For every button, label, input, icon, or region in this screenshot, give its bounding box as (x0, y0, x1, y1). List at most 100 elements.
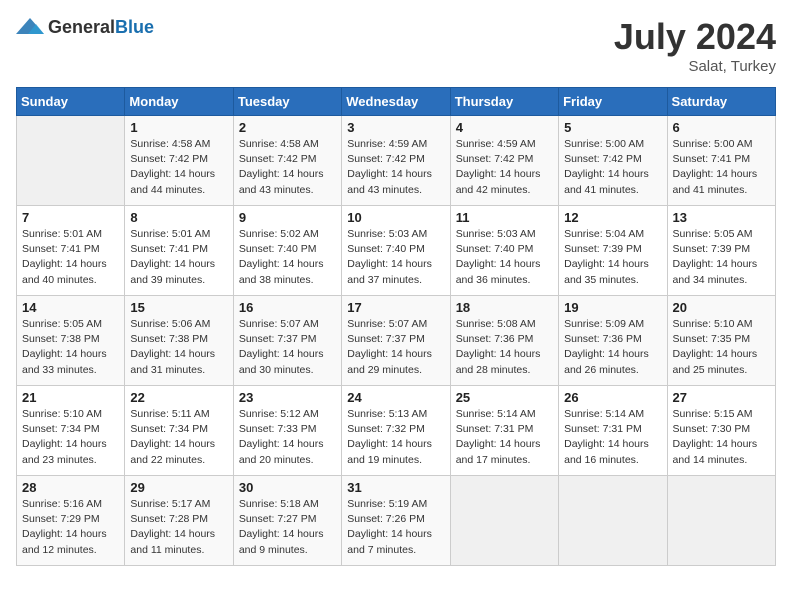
day-info: Sunrise: 4:58 AM Sunset: 7:42 PM Dayligh… (239, 137, 336, 198)
calendar-day-cell: 25 Sunrise: 5:14 AM Sunset: 7:31 PM Dayli… (450, 386, 558, 476)
day-number: 24 (347, 390, 444, 405)
calendar-table: SundayMondayTuesdayWednesdayThursdayFrid… (16, 87, 776, 566)
calendar-day-cell: 11Sunrise: 5:03 AM Sunset: 7:40 PM Dayli… (450, 206, 558, 296)
calendar-week-row: 1 Sunrise: 4:58 AM Sunset: 7:42 PM Daylig… (17, 116, 776, 206)
calendar-day-cell: 19 Sunrise: 5:09 AM Sunset: 7:36 PM Dayli… (559, 296, 667, 386)
calendar-body: 1 Sunrise: 4:58 AM Sunset: 7:42 PM Daylig… (17, 116, 776, 566)
calendar-day-cell: 17Sunrise: 5:07 AM Sunset: 7:37 PM Dayli… (342, 296, 450, 386)
day-number: 18 (456, 300, 553, 315)
calendar-day-cell: 5 Sunrise: 5:00 AM Sunset: 7:42 PM Daylig… (559, 116, 667, 206)
calendar-day-cell: 2 Sunrise: 4:58 AM Sunset: 7:42 PM Daylig… (233, 116, 341, 206)
day-info: Sunrise: 4:59 AM Sunset: 7:42 PM Dayligh… (347, 137, 444, 198)
day-info: Sunrise: 5:14 AM Sunset: 7:31 PM Dayligh… (456, 407, 553, 468)
day-number: 2 (239, 120, 336, 135)
calendar-day-cell: 26Sunrise: 5:14 AM Sunset: 7:31 PM Dayli… (559, 386, 667, 476)
day-info: Sunrise: 5:12 AM Sunset: 7:33 PM Dayligh… (239, 407, 336, 468)
calendar-day-cell: 16 Sunrise: 5:07 AM Sunset: 7:37 PM Dayli… (233, 296, 341, 386)
day-info: Sunrise: 5:15 AM Sunset: 7:30 PM Dayligh… (673, 407, 770, 468)
logo-text: GeneralBlue (48, 17, 154, 38)
day-number: 5 (564, 120, 661, 135)
page-header: GeneralBlue July 2024 Salat, Turkey (16, 16, 776, 75)
day-info: Sunrise: 5:18 AM Sunset: 7:27 PM Dayligh… (239, 497, 336, 558)
logo-icon (16, 16, 44, 38)
calendar-day-cell (17, 116, 125, 206)
title-block: July 2024 Salat, Turkey (614, 16, 776, 75)
calendar-day-cell: 1 Sunrise: 4:58 AM Sunset: 7:42 PM Daylig… (125, 116, 233, 206)
day-number: 31 (347, 480, 444, 495)
location-subtitle: Salat, Turkey (614, 58, 776, 75)
calendar-day-cell: 24 Sunrise: 5:13 AM Sunset: 7:32 PM Dayli… (342, 386, 450, 476)
day-number: 9 (239, 210, 336, 225)
day-info: Sunrise: 5:17 AM Sunset: 7:28 PM Dayligh… (130, 497, 227, 558)
day-number: 11 (456, 210, 553, 225)
day-info: Sunrise: 4:59 AM Sunset: 7:42 PM Dayligh… (456, 137, 553, 198)
day-info: Sunrise: 5:01 AM Sunset: 7:41 PM Dayligh… (130, 227, 227, 288)
day-number: 3 (347, 120, 444, 135)
calendar-week-row: 14Sunrise: 5:05 AM Sunset: 7:38 PM Dayli… (17, 296, 776, 386)
calendar-day-cell: 18 Sunrise: 5:08 AM Sunset: 7:36 PM Dayli… (450, 296, 558, 386)
day-number: 30 (239, 480, 336, 495)
day-info: Sunrise: 5:10 AM Sunset: 7:34 PM Dayligh… (22, 407, 119, 468)
day-number: 21 (22, 390, 119, 405)
day-number: 6 (673, 120, 770, 135)
day-info: Sunrise: 5:03 AM Sunset: 7:40 PM Dayligh… (347, 227, 444, 288)
calendar-day-cell (450, 476, 558, 566)
day-info: Sunrise: 5:01 AM Sunset: 7:41 PM Dayligh… (22, 227, 119, 288)
calendar-day-cell: 20 Sunrise: 5:10 AM Sunset: 7:35 PM Dayli… (667, 296, 775, 386)
weekday-header-cell: Saturday (667, 88, 775, 116)
day-info: Sunrise: 5:02 AM Sunset: 7:40 PM Dayligh… (239, 227, 336, 288)
calendar-week-row: 21 Sunrise: 5:10 AM Sunset: 7:34 PM Dayli… (17, 386, 776, 476)
calendar-day-cell: 9 Sunrise: 5:02 AM Sunset: 7:40 PM Daylig… (233, 206, 341, 296)
calendar-day-cell: 12 Sunrise: 5:04 AM Sunset: 7:39 PM Dayli… (559, 206, 667, 296)
calendar-day-cell: 7 Sunrise: 5:01 AM Sunset: 7:41 PM Daylig… (17, 206, 125, 296)
day-info: Sunrise: 5:13 AM Sunset: 7:32 PM Dayligh… (347, 407, 444, 468)
day-number: 12 (564, 210, 661, 225)
day-info: Sunrise: 5:10 AM Sunset: 7:35 PM Dayligh… (673, 317, 770, 378)
day-number: 8 (130, 210, 227, 225)
day-info: Sunrise: 5:08 AM Sunset: 7:36 PM Dayligh… (456, 317, 553, 378)
calendar-day-cell: 29 Sunrise: 5:17 AM Sunset: 7:28 PM Dayli… (125, 476, 233, 566)
day-number: 27 (673, 390, 770, 405)
calendar-day-cell: 27 Sunrise: 5:15 AM Sunset: 7:30 PM Dayli… (667, 386, 775, 476)
calendar-day-cell: 3 Sunrise: 4:59 AM Sunset: 7:42 PM Daylig… (342, 116, 450, 206)
logo: GeneralBlue (16, 16, 154, 38)
day-info: Sunrise: 5:07 AM Sunset: 7:37 PM Dayligh… (239, 317, 336, 378)
day-info: Sunrise: 5:04 AM Sunset: 7:39 PM Dayligh… (564, 227, 661, 288)
calendar-day-cell (559, 476, 667, 566)
weekday-header-cell: Monday (125, 88, 233, 116)
calendar-day-cell: 30 Sunrise: 5:18 AM Sunset: 7:27 PM Dayli… (233, 476, 341, 566)
weekday-header-row: SundayMondayTuesdayWednesdayThursdayFrid… (17, 88, 776, 116)
day-number: 20 (673, 300, 770, 315)
day-info: Sunrise: 5:06 AM Sunset: 7:38 PM Dayligh… (130, 317, 227, 378)
day-number: 22 (130, 390, 227, 405)
day-number: 29 (130, 480, 227, 495)
calendar-day-cell (667, 476, 775, 566)
day-number: 19 (564, 300, 661, 315)
day-number: 15 (130, 300, 227, 315)
day-number: 16 (239, 300, 336, 315)
weekday-header-cell: Sunday (17, 88, 125, 116)
calendar-week-row: 28 Sunrise: 5:16 AM Sunset: 7:29 PM Dayli… (17, 476, 776, 566)
day-info: Sunrise: 5:16 AM Sunset: 7:29 PM Dayligh… (22, 497, 119, 558)
day-info: Sunrise: 5:05 AM Sunset: 7:38 PM Dayligh… (22, 317, 119, 378)
day-info: Sunrise: 5:11 AM Sunset: 7:34 PM Dayligh… (130, 407, 227, 468)
weekday-header-cell: Tuesday (233, 88, 341, 116)
calendar-day-cell: 31Sunrise: 5:19 AM Sunset: 7:26 PM Dayli… (342, 476, 450, 566)
day-info: Sunrise: 5:09 AM Sunset: 7:36 PM Dayligh… (564, 317, 661, 378)
weekday-header-cell: Wednesday (342, 88, 450, 116)
day-number: 13 (673, 210, 770, 225)
day-info: Sunrise: 5:00 AM Sunset: 7:41 PM Dayligh… (673, 137, 770, 198)
day-info: Sunrise: 4:58 AM Sunset: 7:42 PM Dayligh… (130, 137, 227, 198)
day-number: 4 (456, 120, 553, 135)
day-number: 7 (22, 210, 119, 225)
calendar-day-cell: 6 Sunrise: 5:00 AM Sunset: 7:41 PM Daylig… (667, 116, 775, 206)
day-info: Sunrise: 5:00 AM Sunset: 7:42 PM Dayligh… (564, 137, 661, 198)
logo-blue: Blue (115, 17, 154, 37)
calendar-day-cell: 13Sunrise: 5:05 AM Sunset: 7:39 PM Dayli… (667, 206, 775, 296)
day-number: 1 (130, 120, 227, 135)
day-number: 28 (22, 480, 119, 495)
day-number: 25 (456, 390, 553, 405)
calendar-day-cell: 21 Sunrise: 5:10 AM Sunset: 7:34 PM Dayli… (17, 386, 125, 476)
calendar-day-cell: 23Sunrise: 5:12 AM Sunset: 7:33 PM Dayli… (233, 386, 341, 476)
day-number: 10 (347, 210, 444, 225)
